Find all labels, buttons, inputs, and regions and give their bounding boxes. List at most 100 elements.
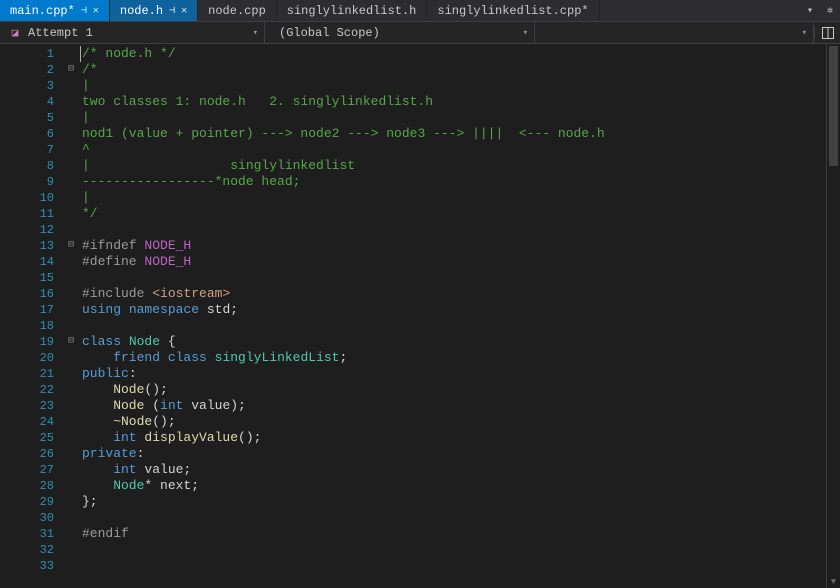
fold-guide [62,382,80,398]
line-number: 31 [0,526,62,542]
fold-guide [62,94,80,110]
tab-overflow-icon[interactable]: ▾ [800,0,820,21]
scope-label: Attempt 1 [28,26,93,40]
fold-guide [62,110,80,126]
line-number: 22 [0,382,62,398]
close-icon[interactable]: ✕ [93,5,99,17]
line-number: 15 [0,270,62,286]
chevron-down-icon: ▾ [523,28,528,38]
line-number: 18 [0,318,62,334]
tab-label: singlylinkedlist.cpp* [437,4,588,18]
pin-icon[interactable]: ⊣ [169,5,175,17]
fold-guide [62,174,80,190]
line-number: 19 [0,334,62,350]
gear-icon[interactable]: ✲ [820,0,840,21]
line-number: 8 [0,158,62,174]
fold-toggle-icon[interactable] [62,238,80,254]
fold-guide [62,478,80,494]
line-number: 16 [0,286,62,302]
fold-guide [62,350,80,366]
fold-guide [62,254,80,270]
tab-bar: main.cpp* ⊣ ✕ node.h ⊣ ✕ node.cpp singly… [0,0,840,22]
context-bar: ◪ Attempt 1 ▾ (Global Scope) ▾ ▾ [0,22,840,44]
fold-guide [62,126,80,142]
chevron-down-icon: ▾ [802,28,807,38]
fold-guide [62,142,80,158]
fold-guide [62,206,80,222]
fold-guide [62,558,80,574]
line-number: 10 [0,190,62,206]
fold-guide [62,46,80,62]
fold-guide [62,366,80,382]
line-number: 17 [0,302,62,318]
line-number: 33 [0,558,62,574]
line-number: 24 [0,414,62,430]
code-area[interactable]: /* node.h */ /* | two classes 1: node.h … [80,44,826,588]
vertical-scrollbar[interactable]: ▲ ▼ [826,44,840,588]
scope-selector-2[interactable]: (Global Scope) ▾ [265,22,535,43]
fold-guide [62,494,80,510]
tab-singlylinkedlist-h[interactable]: singlylinkedlist.h [277,0,428,21]
fold-guide [62,446,80,462]
line-number: 5 [0,110,62,126]
fold-guide [62,510,80,526]
fold-guide [62,430,80,446]
scroll-down-icon[interactable]: ▼ [827,577,840,587]
tab-singlylinkedlist-cpp[interactable]: singlylinkedlist.cpp* [427,0,599,21]
fold-guide [62,302,80,318]
scrollbar-thumb[interactable] [829,46,838,166]
line-number: 6 [0,126,62,142]
line-number: 23 [0,398,62,414]
line-number: 4 [0,94,62,110]
line-number: 2 [0,62,62,78]
line-number: 27 [0,462,62,478]
scope-label: (Global Scope) [279,26,380,40]
scope-selector-1[interactable]: ◪ Attempt 1 ▾ [0,22,265,43]
line-number: 32 [0,542,62,558]
close-icon[interactable]: ✕ [181,5,187,17]
tab-node-h[interactable]: node.h ⊣ ✕ [110,0,198,21]
line-number: 21 [0,366,62,382]
fold-guide [62,158,80,174]
line-number: 7 [0,142,62,158]
line-number: 20 [0,350,62,366]
fold-guide [62,414,80,430]
fold-toggle-icon[interactable] [62,62,80,78]
line-number: 12 [0,222,62,238]
split-view-icon[interactable] [814,27,840,39]
line-number: 28 [0,478,62,494]
line-number: 3 [0,78,62,94]
line-number: 14 [0,254,62,270]
line-number: 25 [0,430,62,446]
fold-guide [62,318,80,334]
tab-label: singlylinkedlist.h [287,4,417,18]
fold-guide [62,286,80,302]
line-number: 13 [0,238,62,254]
fold-toggle-icon[interactable] [62,334,80,350]
fold-guide [62,270,80,286]
tab-label: node.cpp [208,4,266,18]
fold-guide [62,462,80,478]
fold-guide [62,78,80,94]
line-number: 9 [0,174,62,190]
tab-label: node.h [120,4,163,18]
line-number: 11 [0,206,62,222]
fold-guide [62,222,80,238]
pin-icon[interactable]: ⊣ [81,5,87,17]
line-number-gutter: 1234567891011121314151617181920212223242… [0,44,62,588]
line-number: 1 [0,46,62,62]
line-number: 30 [0,510,62,526]
tab-main-cpp[interactable]: main.cpp* ⊣ ✕ [0,0,110,21]
line-number: 29 [0,494,62,510]
editor: 1234567891011121314151617181920212223242… [0,44,840,588]
fold-guide [62,526,80,542]
chevron-down-icon: ▾ [253,28,258,38]
line-number: 26 [0,446,62,462]
tab-label: main.cpp* [10,4,75,18]
fold-guide [62,542,80,558]
text-cursor [80,46,81,62]
tab-node-cpp[interactable]: node.cpp [198,0,277,21]
scope-selector-3[interactable]: ▾ [535,22,814,43]
fold-column [62,44,80,588]
project-icon: ◪ [6,26,24,40]
